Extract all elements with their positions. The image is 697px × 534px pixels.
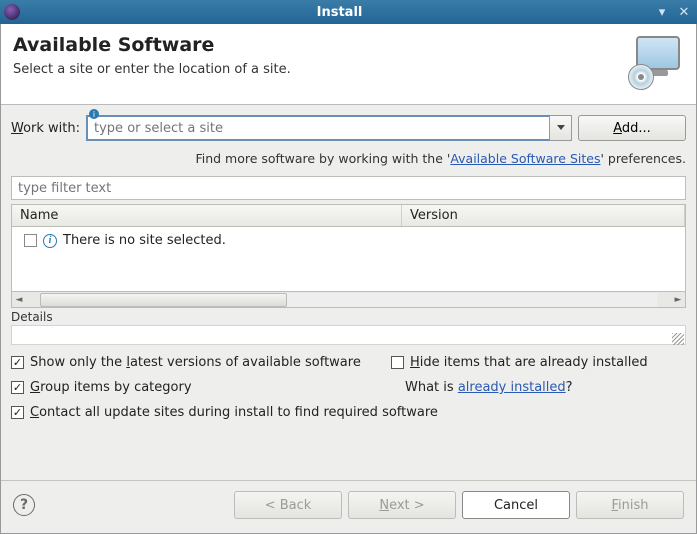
eclipse-icon xyxy=(4,4,20,20)
hint-text: Find more software by working with the '… xyxy=(11,145,686,176)
checkbox[interactable] xyxy=(11,406,24,419)
install-icon xyxy=(628,34,684,90)
filter-input[interactable] xyxy=(11,176,686,200)
next-button[interactable]: Next > xyxy=(348,491,456,519)
check-latest-versions[interactable]: Show only the latest versions of availab… xyxy=(11,355,391,370)
combo-chevron-down-icon[interactable] xyxy=(550,115,572,141)
column-version[interactable]: Version xyxy=(402,205,685,226)
back-button[interactable]: < Back xyxy=(234,491,342,519)
window-body: Available Software Select a site or ente… xyxy=(0,24,697,534)
scroll-left-icon[interactable]: ◄ xyxy=(12,293,26,307)
details-box xyxy=(11,325,686,345)
add-button[interactable]: Add... xyxy=(578,115,686,141)
info-badge-icon: i xyxy=(89,109,99,119)
minimize-icon[interactable]: ▾ xyxy=(653,3,671,21)
page-subtitle: Select a site or enter the location of a… xyxy=(13,62,628,77)
check-group-by-category[interactable]: Group items by category xyxy=(11,380,391,395)
header: Available Software Select a site or ente… xyxy=(1,24,696,105)
row-text: There is no site selected. xyxy=(63,233,226,248)
check-contact-update-sites[interactable]: Contact all update sites during install … xyxy=(11,405,686,420)
footer: ? < Back Next > Cancel Finish xyxy=(1,480,696,533)
page-title: Available Software xyxy=(13,34,628,56)
checkbox[interactable] xyxy=(11,381,24,394)
table-row[interactable]: i There is no site selected. xyxy=(18,231,679,250)
software-sites-link[interactable]: Available Software Sites xyxy=(450,151,600,166)
checkbox[interactable] xyxy=(391,356,404,369)
scroll-thumb[interactable] xyxy=(40,293,287,307)
cancel-button[interactable]: Cancel xyxy=(462,491,570,519)
column-name[interactable]: Name xyxy=(12,205,402,226)
checkbox[interactable] xyxy=(11,356,24,369)
check-hide-installed[interactable]: Hide items that are already installed xyxy=(391,355,686,370)
scroll-right-icon[interactable]: ► xyxy=(671,293,685,307)
already-installed-text: What is already installed? xyxy=(405,380,573,395)
work-with-row: i Work with: Add... xyxy=(11,115,686,141)
close-icon[interactable]: ✕ xyxy=(675,3,693,21)
work-with-input[interactable] xyxy=(86,115,550,141)
horizontal-scrollbar[interactable]: ◄ ► xyxy=(11,292,686,308)
info-icon: i xyxy=(43,234,57,248)
software-table: Name Version i There is no site selected… xyxy=(11,204,686,292)
titlebar[interactable]: Install ▾ ✕ xyxy=(0,0,697,24)
row-checkbox[interactable] xyxy=(24,234,37,247)
already-installed-link[interactable]: already installed xyxy=(458,380,566,395)
window-title: Install xyxy=(26,5,653,20)
work-with-combo[interactable] xyxy=(86,115,572,141)
resize-grip-icon[interactable] xyxy=(672,333,684,345)
details-label: Details xyxy=(11,310,686,324)
help-icon[interactable]: ? xyxy=(13,494,35,516)
work-with-label: Work with: xyxy=(11,121,80,136)
finish-button[interactable]: Finish xyxy=(576,491,684,519)
